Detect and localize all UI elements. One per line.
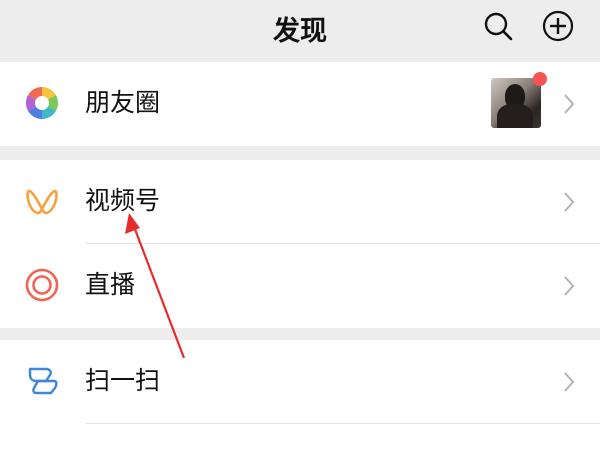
thumbnail-figure-body [497,104,533,128]
chevron-right-icon [564,94,575,114]
scan-row[interactable]: 扫一扫 [0,340,600,424]
channels-row[interactable]: 视频号 [0,160,600,244]
live-row[interactable]: 直播 [0,244,600,328]
moments-group: 朋友圈 [0,62,600,146]
row-divider [85,423,600,424]
search-icon[interactable] [482,10,514,42]
new-post-badge [533,72,547,86]
moments-label: 朋友圈 [85,88,161,117]
live-label: 直播 [85,270,136,299]
top-bar: 发现 [0,0,600,58]
live-ring-icon [25,268,59,302]
channels-butterfly-icon [26,189,58,215]
scan-group: 扫一扫 [0,340,600,450]
channels-label: 视频号 [85,186,161,215]
channels-live-group: 视频号 直播 [0,160,600,328]
chevron-right-icon [564,372,575,392]
scan-icon [28,367,58,395]
moments-thumbnail [491,78,541,128]
chevron-right-icon [564,192,575,212]
scan-label: 扫一扫 [85,366,161,395]
add-circle-icon[interactable] [542,10,574,42]
chevron-right-icon [564,276,575,296]
moments-row[interactable]: 朋友圈 [0,62,600,146]
moments-aperture-icon [25,86,59,120]
